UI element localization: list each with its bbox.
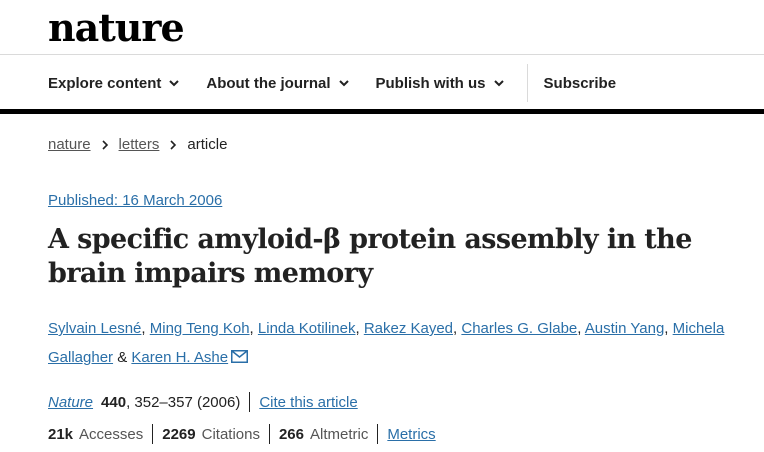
author-link[interactable]: Charles G. Glabe — [461, 320, 577, 337]
author-separator: , — [249, 320, 258, 337]
divider — [268, 424, 270, 444]
author-separator-last: & — [113, 349, 132, 366]
nav-divider — [526, 64, 528, 102]
header-divider — [0, 54, 764, 55]
breadcrumb-nature[interactable]: nature — [48, 136, 91, 153]
author-link[interactable]: Austin Yang — [585, 320, 665, 337]
nav-subscribe[interactable]: Subscribe — [544, 75, 617, 92]
nav-explore-content[interactable]: Explore content — [48, 75, 180, 92]
metrics-link[interactable]: Metrics — [387, 426, 435, 443]
chevron-down-icon — [338, 80, 349, 87]
divider — [249, 392, 251, 412]
chevron-down-icon — [169, 80, 180, 87]
header-bar — [0, 109, 764, 114]
mail-icon[interactable] — [231, 350, 249, 363]
citation-line: Nature 440 , 352–357 (2006) Cite this ar… — [48, 392, 358, 412]
published-date[interactable]: Published: 16 March 2006 — [48, 192, 222, 209]
divider — [377, 424, 379, 444]
altmetric-label: Altmetric — [310, 425, 369, 443]
altmetric-score: 266 — [278, 425, 304, 443]
nav-about-journal-label: About the journal — [206, 74, 331, 92]
breadcrumb: nature letters article — [48, 136, 227, 153]
author-separator: , — [355, 320, 364, 337]
pages-year: , 352–357 (2006) — [126, 393, 241, 411]
breadcrumb-current: article — [187, 136, 228, 153]
chevron-right-icon — [170, 139, 177, 150]
author-link[interactable]: Ming Teng Koh — [150, 320, 250, 337]
accesses-label: Accesses — [79, 425, 144, 443]
metrics-bar: 21k Accesses 2269 Citations 266 Altmetri… — [48, 424, 436, 444]
citations-label: Citations — [201, 425, 260, 443]
nav-publish-with-us[interactable]: Publish with us — [376, 75, 505, 92]
article-title: A specific amyloid-β protein assembly in… — [48, 224, 692, 289]
nav-explore-content-label: Explore content — [48, 74, 162, 92]
author-link[interactable]: Karen H. Ashe — [131, 349, 228, 366]
author-link[interactable]: Rakez Kayed — [364, 320, 453, 337]
nav-publish-with-us-label: Publish with us — [375, 74, 486, 92]
nav-subscribe-label: Subscribe — [543, 74, 617, 92]
accesses-count: 21k — [48, 425, 74, 443]
volume: 440 — [101, 393, 127, 411]
chevron-right-icon — [101, 139, 108, 150]
cite-this-article-link[interactable]: Cite this article — [259, 394, 357, 411]
breadcrumb-letters[interactable]: letters — [119, 136, 160, 153]
author-link[interactable]: Sylvain Lesné — [48, 320, 141, 337]
main-nav: Explore content About the journal Publis… — [48, 63, 642, 103]
nav-about-journal[interactable]: About the journal — [206, 75, 349, 92]
author-link[interactable]: Linda Kotilinek — [258, 320, 356, 337]
author-separator: , — [577, 320, 585, 337]
divider — [152, 424, 154, 444]
author-separator: , — [664, 320, 673, 337]
author-separator: , — [141, 320, 150, 337]
nature-logo[interactable]: nature — [48, 8, 185, 48]
chevron-down-icon — [493, 80, 504, 87]
author-list: Sylvain Lesné, Ming Teng Koh, Linda Koti… — [48, 314, 748, 372]
citations-count: 2269 — [162, 425, 196, 443]
journal-link[interactable]: Nature — [48, 394, 93, 411]
